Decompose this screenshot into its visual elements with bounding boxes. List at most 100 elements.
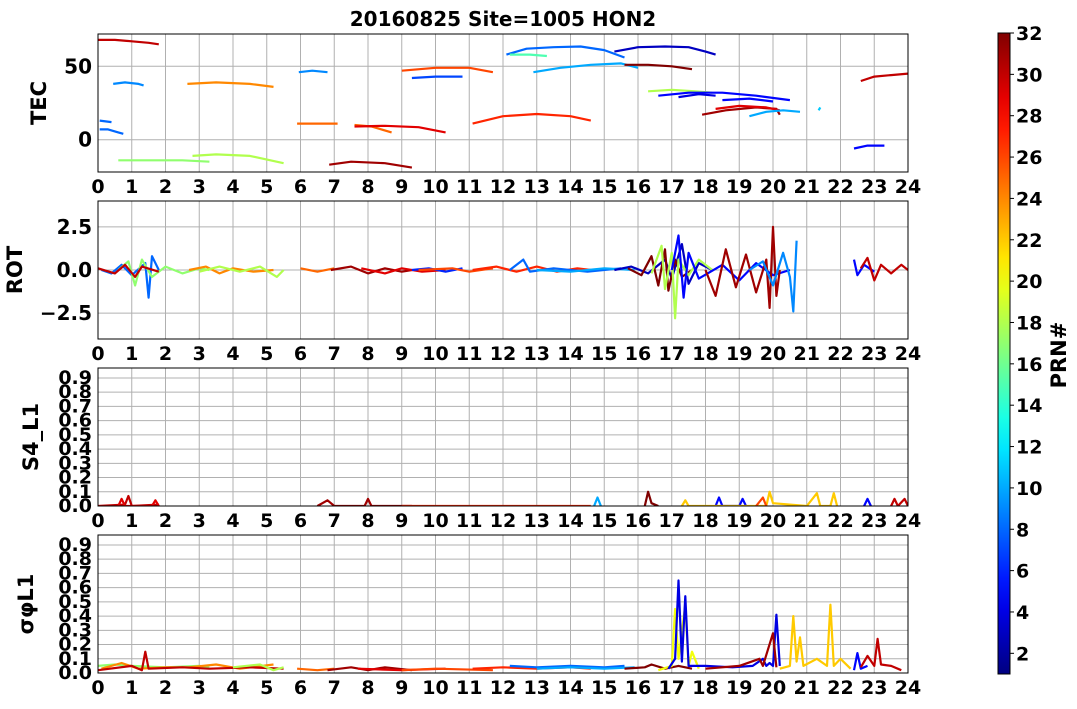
x-tick-label: 6 — [294, 176, 307, 198]
x-tick-label: 7 — [328, 176, 341, 198]
series-line-prn8 — [99, 119, 112, 124]
series-line-prn10 — [536, 666, 635, 670]
x-tick-label: 6 — [294, 677, 307, 699]
x-tick-label: 24 — [895, 677, 921, 699]
x-tick-label: 17 — [659, 677, 685, 699]
chart-title: 20160825 Site=1005 HON2 — [350, 7, 656, 31]
x-tick-label: 9 — [395, 343, 408, 365]
y-tick-label: 2.5 — [57, 215, 92, 239]
y-axis-label: S4_L1 — [19, 403, 43, 471]
x-tick-label: 1 — [125, 343, 138, 365]
x-tick-label: 21 — [794, 510, 820, 532]
x-tick-label: 18 — [692, 510, 718, 532]
x-tick-label: 11 — [456, 343, 482, 365]
colorbar-tick-label: 20 — [1016, 271, 1042, 293]
x-tick-label: 14 — [557, 510, 583, 532]
colorbar-tick-label: 2 — [1016, 643, 1029, 665]
colorbar-tick-label: 28 — [1016, 106, 1042, 128]
x-tick-label: 5 — [260, 510, 273, 532]
x-tick-label: 4 — [226, 677, 239, 699]
x-tick-label: 3 — [193, 343, 206, 365]
x-tick-label: 15 — [591, 343, 617, 365]
colorbar-tick-label: 30 — [1016, 64, 1042, 86]
series-line-prn11 — [817, 106, 822, 111]
x-tick-label: 10 — [422, 677, 448, 699]
x-tick-label: 12 — [490, 176, 516, 198]
figure-canvas: 20160825 Site=1005 HON2 0 1 2 3 4 5 6 7 8 9 10 11 12… — [3, 7, 1071, 699]
x-tick-label: 8 — [361, 677, 374, 699]
x-tick-label: 8 — [361, 510, 374, 532]
x-tick-label: 4 — [226, 176, 239, 198]
colorbar-label: PRN# — [1047, 322, 1071, 389]
x-tick-label: 8 — [361, 176, 374, 198]
colorbar-tick-label: 8 — [1016, 519, 1029, 541]
x-tick-label: 13 — [524, 176, 550, 198]
x-tick-label: 12 — [490, 677, 516, 699]
x-tick-label: 23 — [861, 343, 887, 365]
colorbar-tick-label: 10 — [1016, 478, 1042, 500]
x-tick-label: 19 — [726, 176, 752, 198]
x-tick-label: 11 — [456, 176, 482, 198]
x-tick-label: 2 — [159, 343, 172, 365]
x-tick-label: 5 — [260, 343, 273, 365]
y-tick-label: 0.9 — [58, 534, 92, 556]
x-tick-label: 15 — [591, 677, 617, 699]
panel-4: 0 1 2 3 4 5 6 7 8 9 10 11 12 13 14 15 16 17 18 19 20 21 22 23 24… — [14, 534, 921, 699]
colorbar-tick-label: 26 — [1016, 147, 1042, 169]
colorbar-tick-label: 32 — [1016, 23, 1042, 45]
colorbar-tick-label: 22 — [1016, 230, 1042, 252]
x-tick-label: 0 — [91, 510, 104, 532]
x-tick-label: 19 — [726, 677, 752, 699]
x-tick-label: 3 — [193, 176, 206, 198]
x-tick-label: 6 — [294, 343, 307, 365]
colorbar-tick-label: 16 — [1016, 354, 1042, 376]
x-tick-label: 23 — [861, 176, 887, 198]
x-tick-label: 16 — [625, 510, 651, 532]
x-tick-label: 13 — [524, 343, 550, 365]
x-tick-label: 0 — [91, 343, 104, 365]
x-tick-label: 24 — [895, 176, 921, 198]
x-tick-label: 22 — [827, 510, 853, 532]
y-axis-label: σφL1 — [14, 574, 38, 635]
x-tick-label: 12 — [490, 510, 516, 532]
x-tick-label: 7 — [328, 510, 341, 532]
x-tick-label: 10 — [422, 343, 448, 365]
x-tick-label: 14 — [557, 343, 583, 365]
x-tick-label: 20 — [760, 510, 786, 532]
x-tick-label: 23 — [861, 677, 887, 699]
x-tick-label: 0 — [91, 176, 104, 198]
x-tick-label: 17 — [659, 343, 685, 365]
x-tick-label: 18 — [692, 176, 718, 198]
panel-3: 0 1 2 3 4 5 6 7 8 9 10 11 12 13 14 15 16 17 18 19 20 21 22 23 24… — [19, 367, 921, 532]
x-tick-label: 3 — [193, 677, 206, 699]
x-tick-label: 19 — [726, 343, 752, 365]
x-tick-label: 13 — [524, 510, 550, 532]
colorbar-tick-label: 18 — [1016, 312, 1042, 334]
x-tick-label: 15 — [591, 176, 617, 198]
y-tick-label: −2.5 — [40, 301, 92, 325]
x-tick-label: 5 — [260, 176, 273, 198]
x-tick-label: 14 — [557, 677, 583, 699]
x-tick-label: 2 — [159, 510, 172, 532]
colorbar-tick-label: 14 — [1016, 395, 1042, 417]
x-tick-label: 17 — [659, 510, 685, 532]
panel-1: 0 1 2 3 4 5 6 7 8 9 10 11 12 13 14 15 16 17 18 19 20 21 22 23 24… — [27, 33, 921, 198]
x-tick-label: 17 — [659, 176, 685, 198]
x-tick-label: 20 — [760, 176, 786, 198]
x-tick-label: 4 — [226, 510, 239, 532]
x-tick-label: 7 — [328, 343, 341, 365]
x-tick-label: 8 — [361, 343, 374, 365]
x-tick-label: 18 — [692, 343, 718, 365]
x-tick-label: 10 — [422, 510, 448, 532]
colorbar-tick-label: 24 — [1016, 188, 1042, 210]
x-tick-label: 24 — [895, 343, 921, 365]
x-tick-label: 7 — [328, 677, 341, 699]
colorbar-tick-label: 12 — [1016, 437, 1042, 459]
x-tick-label: 21 — [794, 343, 820, 365]
x-tick-label: 20 — [760, 343, 786, 365]
x-tick-label: 16 — [625, 176, 651, 198]
x-tick-label: 9 — [395, 677, 408, 699]
x-tick-label: 2 — [159, 176, 172, 198]
x-tick-label: 0 — [91, 677, 104, 699]
y-axis-label: TEC — [27, 81, 51, 125]
